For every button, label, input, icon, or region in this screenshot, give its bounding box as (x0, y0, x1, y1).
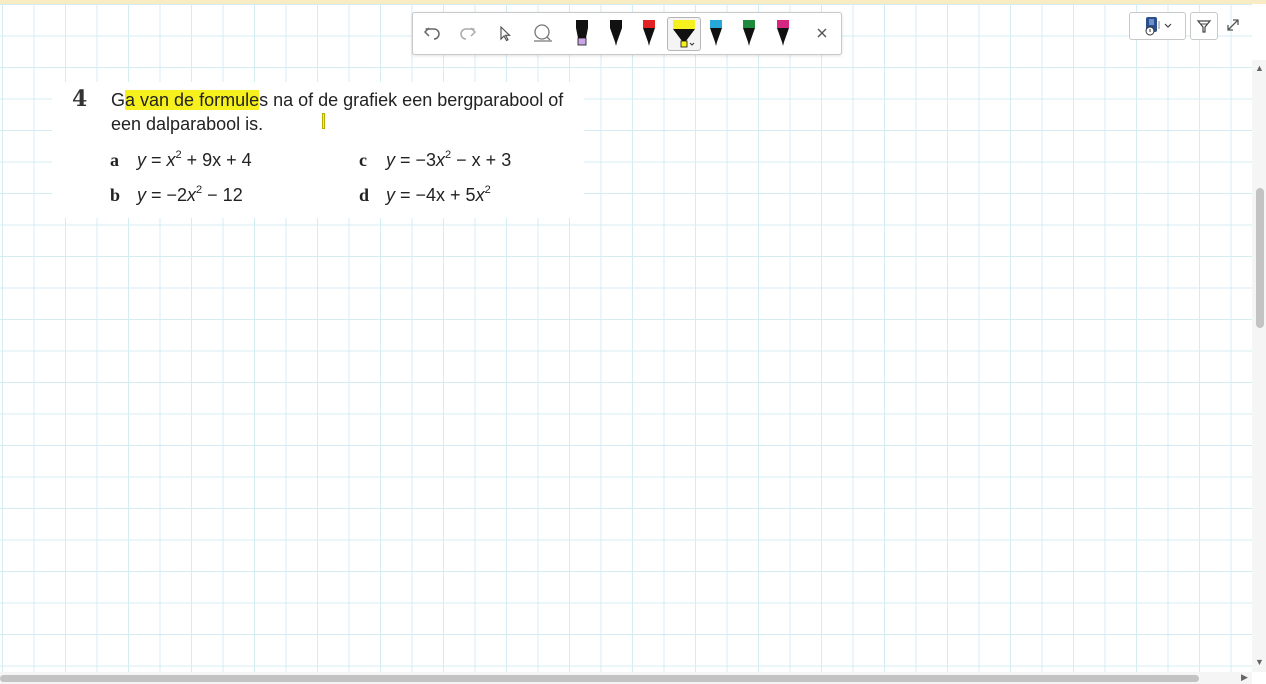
formula-a-y: y (137, 150, 146, 170)
pen-cyan-icon (710, 20, 722, 46)
select-tool-button[interactable] (490, 17, 520, 49)
formula-a-rest: + 9x + 4 (181, 150, 252, 170)
pen-black-icon (610, 20, 622, 46)
scroll-right-arrow[interactable]: ▶ (1241, 672, 1248, 683)
formula-c-rest: − x + 3 (451, 150, 512, 170)
pen-magenta-icon (777, 20, 789, 46)
formula-c-y: y (386, 150, 395, 170)
undo-button[interactable] (417, 17, 447, 49)
question-line-1: Ga van de formules na of de grafiek een … (111, 90, 563, 111)
top-accent-line (0, 0, 1266, 4)
pen-purple-highlighter-icon (576, 20, 588, 46)
pen-outline-icon (1196, 20, 1212, 33)
formula-b-x: x (187, 185, 197, 205)
item-letter-d: d (359, 185, 370, 205)
item-letter-a: a (110, 150, 119, 170)
highlighted-text: a van de formule (125, 90, 260, 110)
formula-c: y = −3x2 − x + 3 (386, 150, 511, 171)
pen-settings-icon (1145, 17, 1171, 36)
pen-magenta-button[interactable] (768, 17, 798, 49)
redo-button[interactable] (453, 17, 483, 49)
eraser-tool-button[interactable] (528, 17, 558, 49)
formula-a-eq: = (146, 150, 167, 170)
expand-icon[interactable] (1224, 16, 1242, 34)
formula-c-x: x (436, 150, 446, 170)
select-pointer-icon (500, 25, 511, 42)
pen-red-button[interactable] (634, 17, 664, 49)
formula-d-x: x (475, 185, 485, 205)
formula-a: y = x2 + 9x + 4 (137, 150, 252, 171)
question-text-start: G (111, 90, 126, 110)
formula-a-x: x (166, 150, 176, 170)
pen-yellow-highlighter-button[interactable] (667, 17, 701, 51)
pen-yellow-highlighter-icon (673, 20, 695, 48)
pen-menu-button[interactable] (1129, 12, 1186, 40)
formula-b-rest: − 12 (202, 185, 243, 205)
horizontal-scroll-thumb[interactable] (0, 675, 1199, 682)
formula-d-eq: = −4x + 5 (395, 185, 476, 205)
formula-c-eq: = −3 (395, 150, 437, 170)
redo-icon (460, 27, 477, 40)
formula-b-y: y (137, 185, 146, 205)
close-icon (817, 28, 827, 38)
scroll-down-arrow[interactable]: ▼ (1255, 657, 1264, 667)
close-toolbar-button[interactable] (807, 17, 837, 49)
pen-purple-highlighter-button[interactable] (567, 17, 597, 49)
formula-d-y: y (386, 185, 395, 205)
pen-red-icon (643, 20, 655, 46)
highlighter-cursor (322, 113, 325, 129)
formula-d: y = −4x + 5x2 (386, 185, 491, 206)
pen-black-button[interactable] (601, 17, 631, 49)
pen-green-button[interactable] (734, 17, 764, 49)
vertical-scrollbar[interactable] (1252, 60, 1266, 672)
drawing-toolbar (412, 12, 842, 55)
item-letter-c: c (359, 150, 367, 170)
undo-icon (423, 27, 440, 40)
formula-b-eq: = −2 (146, 185, 188, 205)
pen-cyan-button[interactable] (701, 17, 731, 49)
lasso-eraser-icon (534, 24, 552, 42)
question-text-end: s na of de grafiek een bergparabool of (259, 90, 564, 110)
question-line-2: een dalparabool is. (111, 114, 264, 134)
scroll-up-arrow[interactable]: ▲ (1255, 63, 1264, 73)
pen-green-icon (743, 20, 755, 46)
item-letter-b: b (110, 185, 121, 205)
formula-d-exp: 2 (484, 184, 491, 196)
exercise-number: 4 (72, 86, 88, 112)
formula-b: y = −2x2 − 12 (137, 185, 243, 206)
vertical-scroll-thumb[interactable] (1256, 188, 1264, 328)
bucket-tool-button[interactable] (1190, 12, 1218, 40)
